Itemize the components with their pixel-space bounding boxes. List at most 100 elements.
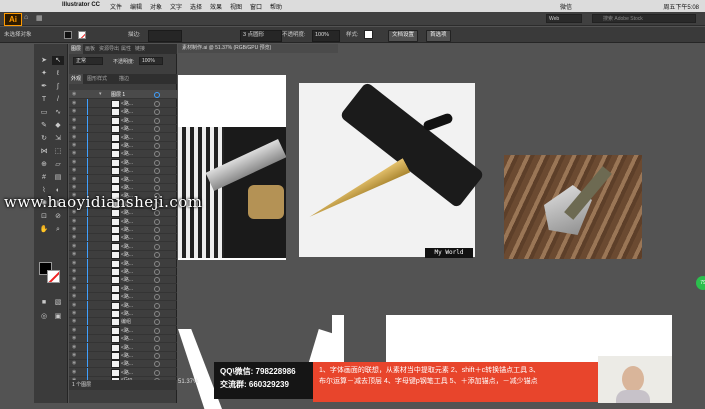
opacity-field[interactable]: 100% [312,30,340,42]
perspective-icon[interactable]: ▱ [52,160,64,169]
tab-links[interactable]: 链接 [133,44,147,54]
tab-graphic-styles[interactable]: 图形样式 [85,74,109,84]
visibility-eye-icon[interactable]: ◉ [72,234,76,240]
visibility-eye-icon[interactable]: ◉ [72,251,76,257]
layer-header-row[interactable]: ◉ ▾ 图层 1 [69,90,177,99]
target-circle-icon[interactable] [154,319,160,326]
stroke-color-icon[interactable] [47,270,60,283]
target-circle-icon[interactable] [154,185,160,191]
target-circle-icon[interactable] [154,243,160,250]
layer-item-name[interactable]: <路... [121,302,133,309]
layer-item-name[interactable]: <路... [121,310,133,317]
target-circle-icon[interactable] [154,277,160,284]
visibility-eye-icon[interactable]: ◉ [72,310,76,316]
target-circle-icon[interactable] [154,369,160,376]
visibility-eye-icon[interactable]: ◉ [72,167,76,173]
visibility-eye-icon[interactable]: ◉ [72,218,76,224]
target-circle-icon[interactable] [154,336,160,343]
layer-item-name[interactable]: <路... [121,327,133,334]
lasso-icon[interactable]: ℓ [52,69,64,78]
layer-item-name[interactable]: <路... [121,234,133,241]
menu-effect[interactable]: 效果 [210,2,222,11]
layer-item-name[interactable]: <路... [121,285,133,292]
stroke-weight-field[interactable] [148,30,182,42]
target-circle-icon[interactable] [154,361,160,368]
document-setup-button[interactable]: 文档设置 [388,30,419,42]
expand-chevron-icon[interactable]: ▾ [99,91,102,97]
target-circle-icon[interactable] [154,151,160,158]
screen-mode-icon[interactable]: ▣ [52,312,64,321]
mesh-icon[interactable]: # [38,173,50,182]
visibility-eye-icon[interactable]: ◉ [72,243,76,249]
draw-mode-icon[interactable]: ◎ [38,312,50,321]
visibility-eye-icon[interactable]: ◉ [72,176,76,182]
visibility-eye-icon[interactable]: ◉ [72,184,76,190]
eraser-icon[interactable]: ◆ [52,121,64,130]
target-circle-icon[interactable] [154,126,160,133]
target-circle-icon[interactable] [154,168,160,175]
layer-item-name[interactable]: <路... [121,108,133,115]
tray-wechat[interactable]: 微信 [560,2,572,11]
tab-artboards[interactable]: 画板 [83,44,97,54]
visibility-eye-icon[interactable]: ◉ [72,142,76,148]
target-circle-icon[interactable] [154,218,160,225]
layer-item-name[interactable]: <路... [121,293,133,300]
visibility-eye-icon[interactable]: ◉ [72,293,76,299]
canvas[interactable]: My World 51.37% [178,53,705,409]
selection-tool-icon[interactable]: ➤ [38,56,50,65]
magic-wand-icon[interactable]: ✦ [38,69,50,78]
menu-help[interactable]: 帮助 [270,2,282,11]
target-circle-icon[interactable] [154,302,160,309]
target-circle-icon[interactable] [154,227,160,233]
home-icon[interactable]: ⌂ [24,14,28,21]
slice-tool-icon[interactable]: ⊘ [52,212,64,221]
target-circle-icon[interactable] [154,92,160,98]
floating-badge[interactable]: 79 [696,276,705,290]
layer-item-name[interactable]: <路... [121,142,133,149]
menu-object[interactable]: 对象 [150,2,162,11]
layer-item-name[interactable]: <路... [121,260,133,267]
tab-stroke[interactable]: 描边 [117,74,131,84]
layer-item-name[interactable]: <路... [121,243,133,250]
visibility-eye-icon[interactable]: ◉ [72,302,76,308]
shape-builder-icon[interactable]: ⊕ [38,160,50,169]
artboard-knife-photo[interactable]: My World [299,81,485,258]
layer-opacity-field[interactable]: 100% [139,57,163,65]
blend-mode-dropdown[interactable]: 正常 [73,57,103,65]
visibility-eye-icon[interactable]: ◉ [72,159,76,165]
target-circle-icon[interactable] [154,252,160,259]
visibility-eye-icon[interactable]: ◉ [72,100,76,106]
app-name[interactable]: Illustrator CC [62,2,100,8]
layer-item-name[interactable]: <路... [121,276,133,283]
tab-properties[interactable]: 属性 [119,44,133,54]
visibility-eye-icon[interactable]: ◉ [72,150,76,156]
layer-item-name[interactable]: <路... [121,352,133,359]
style-swatch[interactable] [364,30,373,39]
visibility-eye-icon[interactable]: ◉ [72,276,76,282]
visibility-eye-icon[interactable]: ◉ [72,108,76,114]
target-circle-icon[interactable] [154,210,160,217]
layer-item-name[interactable]: <路... [121,176,133,183]
layer-item-name[interactable]: <路... [121,125,133,132]
arrange-docs-icon[interactable]: ▦ [36,14,43,22]
target-circle-icon[interactable] [154,159,160,166]
target-circle-icon[interactable] [154,285,160,292]
visibility-eye-icon[interactable]: ◉ [72,268,76,274]
visibility-eye-icon[interactable]: ◉ [72,369,76,375]
visibility-eye-icon[interactable]: ◉ [72,91,76,97]
layer-item-name[interactable]: <路... [121,159,133,166]
layer-name[interactable]: 图层 1 [111,91,125,98]
brush-dropdown[interactable]: 3 点圆形 [240,30,282,42]
layer-item-name[interactable]: <路... [121,226,133,233]
visibility-eye-icon[interactable]: ◉ [72,352,76,358]
workspace-switcher[interactable]: Web [546,14,582,23]
scale-icon[interactable]: ⇲ [52,134,64,143]
stroke-swatch[interactable] [78,31,86,39]
hand-tool-icon[interactable]: ✋ [38,225,50,234]
visibility-eye-icon[interactable]: ◉ [72,327,76,333]
visibility-eye-icon[interactable]: ◉ [72,335,76,341]
layer-item-name[interactable]: <路... [121,218,133,225]
layer-item-name[interactable]: <路... [121,150,133,157]
pen-tool-icon[interactable]: ✒ [38,82,50,91]
artboard-axe-photo[interactable] [504,155,642,259]
